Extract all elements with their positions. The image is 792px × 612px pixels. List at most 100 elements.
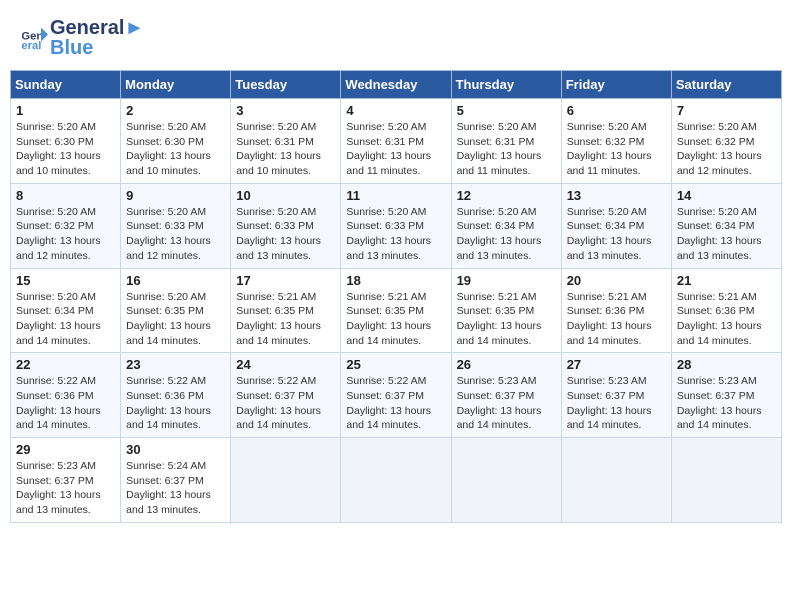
- day-number: 22: [16, 357, 115, 372]
- day-number: 19: [457, 273, 556, 288]
- header-sunday: Sunday: [11, 71, 121, 99]
- day-cell: 15 Sunrise: 5:20 AM Sunset: 6:34 PM Dayl…: [11, 268, 121, 353]
- day-cell: 13 Sunrise: 5:20 AM Sunset: 6:34 PM Dayl…: [561, 183, 671, 268]
- day-cell: 26 Sunrise: 5:23 AM Sunset: 6:37 PM Dayl…: [451, 353, 561, 438]
- day-cell: 30 Sunrise: 5:24 AM Sunset: 6:37 PM Dayl…: [121, 438, 231, 523]
- day-cell: 17 Sunrise: 5:21 AM Sunset: 6:35 PM Dayl…: [231, 268, 341, 353]
- day-cell: 2 Sunrise: 5:20 AM Sunset: 6:30 PM Dayli…: [121, 99, 231, 184]
- header-tuesday: Tuesday: [231, 71, 341, 99]
- day-info: Sunrise: 5:20 AM Sunset: 6:32 PM Dayligh…: [567, 120, 666, 179]
- day-number: 23: [126, 357, 225, 372]
- day-info: Sunrise: 5:20 AM Sunset: 6:34 PM Dayligh…: [677, 205, 776, 264]
- day-number: 12: [457, 188, 556, 203]
- day-info: Sunrise: 5:21 AM Sunset: 6:35 PM Dayligh…: [236, 290, 335, 349]
- day-cell: 20 Sunrise: 5:21 AM Sunset: 6:36 PM Dayl…: [561, 268, 671, 353]
- day-number: 9: [126, 188, 225, 203]
- empty-cell: [561, 438, 671, 523]
- day-number: 11: [346, 188, 445, 203]
- day-number: 21: [677, 273, 776, 288]
- day-info: Sunrise: 5:21 AM Sunset: 6:35 PM Dayligh…: [457, 290, 556, 349]
- day-info: Sunrise: 5:22 AM Sunset: 6:36 PM Dayligh…: [126, 374, 225, 433]
- day-info: Sunrise: 5:22 AM Sunset: 6:36 PM Dayligh…: [16, 374, 115, 433]
- day-number: 16: [126, 273, 225, 288]
- day-info: Sunrise: 5:20 AM Sunset: 6:31 PM Dayligh…: [236, 120, 335, 179]
- day-cell: 7 Sunrise: 5:20 AM Sunset: 6:32 PM Dayli…: [671, 99, 781, 184]
- calendar-week-row: 8 Sunrise: 5:20 AM Sunset: 6:32 PM Dayli…: [11, 183, 782, 268]
- day-cell: 23 Sunrise: 5:22 AM Sunset: 6:36 PM Dayl…: [121, 353, 231, 438]
- header-friday: Friday: [561, 71, 671, 99]
- day-info: Sunrise: 5:23 AM Sunset: 6:37 PM Dayligh…: [567, 374, 666, 433]
- day-cell: 1 Sunrise: 5:20 AM Sunset: 6:30 PM Dayli…: [11, 99, 121, 184]
- day-info: Sunrise: 5:20 AM Sunset: 6:30 PM Dayligh…: [126, 120, 225, 179]
- day-cell: 28 Sunrise: 5:23 AM Sunset: 6:37 PM Dayl…: [671, 353, 781, 438]
- day-number: 8: [16, 188, 115, 203]
- header-saturday: Saturday: [671, 71, 781, 99]
- day-number: 5: [457, 103, 556, 118]
- day-cell: 4 Sunrise: 5:20 AM Sunset: 6:31 PM Dayli…: [341, 99, 451, 184]
- day-info: Sunrise: 5:20 AM Sunset: 6:34 PM Dayligh…: [567, 205, 666, 264]
- day-cell: 29 Sunrise: 5:23 AM Sunset: 6:37 PM Dayl…: [11, 438, 121, 523]
- calendar-week-row: 15 Sunrise: 5:20 AM Sunset: 6:34 PM Dayl…: [11, 268, 782, 353]
- day-info: Sunrise: 5:20 AM Sunset: 6:30 PM Dayligh…: [16, 120, 115, 179]
- day-cell: 22 Sunrise: 5:22 AM Sunset: 6:36 PM Dayl…: [11, 353, 121, 438]
- logo-text-line2: Blue: [50, 38, 144, 58]
- empty-cell: [671, 438, 781, 523]
- calendar: Sunday Monday Tuesday Wednesday Thursday…: [10, 70, 782, 523]
- day-cell: 18 Sunrise: 5:21 AM Sunset: 6:35 PM Dayl…: [341, 268, 451, 353]
- day-number: 14: [677, 188, 776, 203]
- day-info: Sunrise: 5:20 AM Sunset: 6:32 PM Dayligh…: [16, 205, 115, 264]
- logo-text-line1: General►: [50, 18, 144, 38]
- header-monday: Monday: [121, 71, 231, 99]
- day-number: 6: [567, 103, 666, 118]
- day-cell: 10 Sunrise: 5:20 AM Sunset: 6:33 PM Dayl…: [231, 183, 341, 268]
- day-number: 24: [236, 357, 335, 372]
- day-number: 27: [567, 357, 666, 372]
- day-cell: 19 Sunrise: 5:21 AM Sunset: 6:35 PM Dayl…: [451, 268, 561, 353]
- day-number: 1: [16, 103, 115, 118]
- day-info: Sunrise: 5:20 AM Sunset: 6:33 PM Dayligh…: [236, 205, 335, 264]
- empty-cell: [231, 438, 341, 523]
- header-wednesday: Wednesday: [341, 71, 451, 99]
- weekday-header-row: Sunday Monday Tuesday Wednesday Thursday…: [11, 71, 782, 99]
- day-number: 20: [567, 273, 666, 288]
- day-number: 26: [457, 357, 556, 372]
- day-cell: 6 Sunrise: 5:20 AM Sunset: 6:32 PM Dayli…: [561, 99, 671, 184]
- day-info: Sunrise: 5:23 AM Sunset: 6:37 PM Dayligh…: [457, 374, 556, 433]
- calendar-week-row: 29 Sunrise: 5:23 AM Sunset: 6:37 PM Dayl…: [11, 438, 782, 523]
- day-info: Sunrise: 5:20 AM Sunset: 6:35 PM Dayligh…: [126, 290, 225, 349]
- day-info: Sunrise: 5:23 AM Sunset: 6:37 PM Dayligh…: [16, 459, 115, 518]
- calendar-week-row: 22 Sunrise: 5:22 AM Sunset: 6:36 PM Dayl…: [11, 353, 782, 438]
- day-cell: 16 Sunrise: 5:20 AM Sunset: 6:35 PM Dayl…: [121, 268, 231, 353]
- day-info: Sunrise: 5:22 AM Sunset: 6:37 PM Dayligh…: [236, 374, 335, 433]
- day-info: Sunrise: 5:23 AM Sunset: 6:37 PM Dayligh…: [677, 374, 776, 433]
- day-number: 25: [346, 357, 445, 372]
- day-info: Sunrise: 5:21 AM Sunset: 6:35 PM Dayligh…: [346, 290, 445, 349]
- day-number: 10: [236, 188, 335, 203]
- day-number: 28: [677, 357, 776, 372]
- header: Gen eral General► Blue: [10, 10, 782, 62]
- day-info: Sunrise: 5:20 AM Sunset: 6:32 PM Dayligh…: [677, 120, 776, 179]
- day-number: 15: [16, 273, 115, 288]
- svg-text:eral: eral: [21, 40, 41, 52]
- day-number: 30: [126, 442, 225, 457]
- day-cell: 27 Sunrise: 5:23 AM Sunset: 6:37 PM Dayl…: [561, 353, 671, 438]
- day-info: Sunrise: 5:20 AM Sunset: 6:34 PM Dayligh…: [457, 205, 556, 264]
- day-number: 3: [236, 103, 335, 118]
- day-info: Sunrise: 5:20 AM Sunset: 6:33 PM Dayligh…: [346, 205, 445, 264]
- day-info: Sunrise: 5:20 AM Sunset: 6:31 PM Dayligh…: [457, 120, 556, 179]
- calendar-body: 1 Sunrise: 5:20 AM Sunset: 6:30 PM Dayli…: [11, 99, 782, 523]
- day-info: Sunrise: 5:21 AM Sunset: 6:36 PM Dayligh…: [677, 290, 776, 349]
- header-thursday: Thursday: [451, 71, 561, 99]
- day-number: 17: [236, 273, 335, 288]
- day-number: 7: [677, 103, 776, 118]
- day-cell: 24 Sunrise: 5:22 AM Sunset: 6:37 PM Dayl…: [231, 353, 341, 438]
- logo: Gen eral General► Blue: [20, 18, 144, 58]
- day-number: 13: [567, 188, 666, 203]
- empty-cell: [341, 438, 451, 523]
- day-info: Sunrise: 5:22 AM Sunset: 6:37 PM Dayligh…: [346, 374, 445, 433]
- calendar-week-row: 1 Sunrise: 5:20 AM Sunset: 6:30 PM Dayli…: [11, 99, 782, 184]
- day-cell: 14 Sunrise: 5:20 AM Sunset: 6:34 PM Dayl…: [671, 183, 781, 268]
- logo-icon: Gen eral: [20, 24, 48, 52]
- day-info: Sunrise: 5:20 AM Sunset: 6:34 PM Dayligh…: [16, 290, 115, 349]
- day-number: 2: [126, 103, 225, 118]
